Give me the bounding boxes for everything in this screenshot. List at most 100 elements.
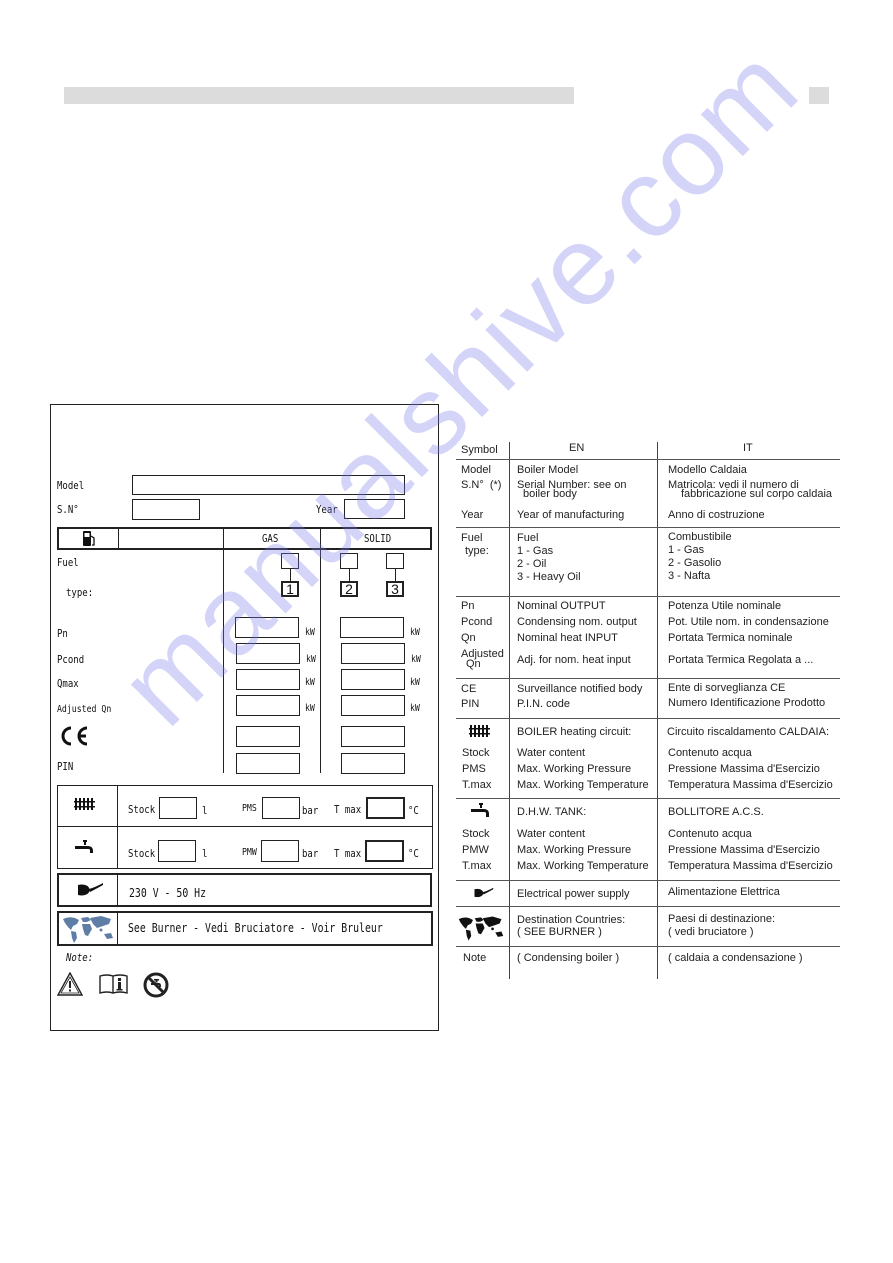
legend-en: Boiler Model — [517, 464, 579, 476]
dhw-tmax-label: T max — [334, 847, 362, 860]
legend-header-it: IT — [743, 442, 753, 454]
legend-it: Pressione Massima d'Esercizio — [668, 763, 820, 775]
legend-en: Max. Working Pressure — [517, 844, 632, 856]
pcond-solid-field[interactable] — [341, 643, 405, 664]
legend-it-list-item: 3 - Nafta — [668, 570, 711, 582]
legend-symbol: Pcond — [461, 616, 493, 628]
legend-en: Fuel — [517, 532, 539, 544]
no-drinking-water-icon — [143, 972, 169, 998]
fuel-pump-icon — [82, 530, 96, 547]
dhw-pressure-label: PMW — [242, 847, 257, 858]
legend-it: Temperatura Massima d'Esercizio — [668, 779, 833, 791]
dhw-stock-unit: l — [202, 847, 208, 860]
legend-en: Surveillance notified body — [517, 683, 643, 695]
heating-tmax-label: T max — [334, 803, 362, 816]
pin-solid-field[interactable] — [341, 753, 405, 774]
legend-en: Nominal OUTPUT — [517, 600, 606, 612]
adjusted-qn-solid-field[interactable] — [341, 695, 405, 716]
legend-it-list-item: 1 - Gas — [668, 544, 705, 556]
fuel-gas-checkbox[interactable] — [281, 553, 299, 569]
legend-rule — [456, 678, 840, 679]
divider — [58, 826, 432, 827]
manual-info-icon — [98, 973, 130, 995]
pcond-label: Pcond — [57, 653, 85, 666]
legend-it: ( caldaia a condensazione ) — [668, 952, 803, 964]
legend-rule — [456, 596, 840, 597]
qmax-gas-field[interactable] — [236, 669, 300, 690]
legend-symbol: PIN — [461, 698, 480, 710]
dhw-stock-field[interactable] — [158, 840, 196, 862]
plug-icon — [72, 882, 104, 898]
legend-en-list-item: 1 - Gas — [517, 545, 554, 557]
adjusted-qn-gas-field[interactable] — [236, 695, 300, 716]
ce-mark-icon — [57, 725, 91, 747]
serial-number-label: S.N° — [57, 503, 79, 516]
heating-pressure-field[interactable] — [262, 797, 300, 819]
pn-gas-unit: kW — [305, 627, 315, 638]
heating-tmax-field[interactable] — [366, 797, 405, 819]
fuel-header-solid: SOLID — [364, 532, 392, 545]
legend-symbol: Pn — [461, 600, 475, 612]
ce-solid-field[interactable] — [341, 726, 405, 747]
legend-it: Potenza Utile nominale — [668, 600, 782, 612]
divider — [223, 528, 224, 773]
ce-gas-field[interactable] — [236, 726, 300, 747]
legend-it: Contenuto acqua — [668, 747, 752, 759]
legend-col-divider-1 — [509, 442, 510, 979]
fuel-heavy-oil-checkbox[interactable] — [386, 553, 404, 569]
legend-rule — [456, 906, 840, 907]
qmax-solid-unit: kW — [410, 677, 420, 688]
divider — [117, 874, 118, 906]
heating-stock-label: Stock — [128, 803, 156, 816]
legend-it: Circuito riscaldamento CALDAIA: — [667, 726, 830, 738]
legend-it: Contenuto acqua — [668, 828, 752, 840]
model-field[interactable] — [132, 475, 405, 495]
heating-stock-unit: l — [202, 804, 208, 817]
legend-symbol: T.max — [462, 779, 492, 791]
pin-label: PIN — [57, 760, 74, 773]
year-field[interactable] — [344, 499, 405, 519]
legend-it: Pressione Massima d'Esercizio — [668, 844, 820, 856]
dhw-pressure-unit: bar — [302, 847, 319, 860]
fuel-type-label: type: — [66, 586, 94, 599]
header-page-marker — [809, 87, 829, 104]
legend-symbol: Stock — [462, 828, 490, 840]
legend-it: Paesi di destinazione: — [668, 913, 776, 925]
note-label: Note: — [66, 951, 94, 964]
legend-symbol: Note — [463, 952, 487, 964]
fuel-number-2: 2 — [340, 581, 358, 597]
divider — [117, 786, 118, 868]
legend-it: Temperatura Massima d'Esercizio — [668, 860, 833, 872]
fuel-number-1: 1 — [281, 581, 299, 597]
pn-solid-unit: kW — [410, 627, 420, 638]
pin-gas-field[interactable] — [236, 753, 300, 774]
fuel-number-3: 3 — [386, 581, 404, 597]
legend-symbol: CE — [461, 683, 477, 695]
qmax-solid-field[interactable] — [341, 669, 405, 690]
legend-it: Modello Caldaia — [668, 464, 747, 476]
fuel-oil-checkbox[interactable] — [340, 553, 358, 569]
pn-gas-field[interactable] — [235, 617, 299, 638]
legend-symbol: S.N° (*) — [461, 479, 502, 491]
legend-symbol: Qn — [461, 632, 476, 644]
legend-it-cont: fabbricazione sul corpo caldaia — [681, 488, 833, 500]
pn-solid-field[interactable] — [340, 617, 404, 638]
year-label: Year — [316, 503, 338, 516]
legend-en-cont: ( SEE BURNER ) — [517, 926, 602, 938]
heating-stock-field[interactable] — [159, 797, 197, 819]
legend-it-list-item: 2 - Gasolio — [668, 557, 722, 569]
legend-it: Combustibile — [668, 531, 732, 543]
pn-label: Pn — [57, 627, 68, 640]
adjusted-qn-label: Adjusted Qn — [57, 704, 112, 715]
dhw-tmax-field[interactable] — [365, 840, 404, 862]
dhw-pressure-field[interactable] — [261, 840, 299, 862]
legend-en: Max. Working Pressure — [517, 763, 632, 775]
serial-number-field[interactable] — [132, 499, 200, 520]
legend-en: Electrical power supply — [517, 888, 630, 900]
legend-en: Max. Working Temperature — [517, 860, 649, 872]
legend-en-list-item: 2 - Oil — [517, 558, 547, 570]
pcond-gas-field[interactable] — [236, 643, 300, 664]
legend-header-symbol: Symbol — [461, 444, 498, 456]
legend-it: Alimentazione Elettrica — [668, 886, 780, 898]
legend-symbol: T.max — [462, 860, 492, 872]
